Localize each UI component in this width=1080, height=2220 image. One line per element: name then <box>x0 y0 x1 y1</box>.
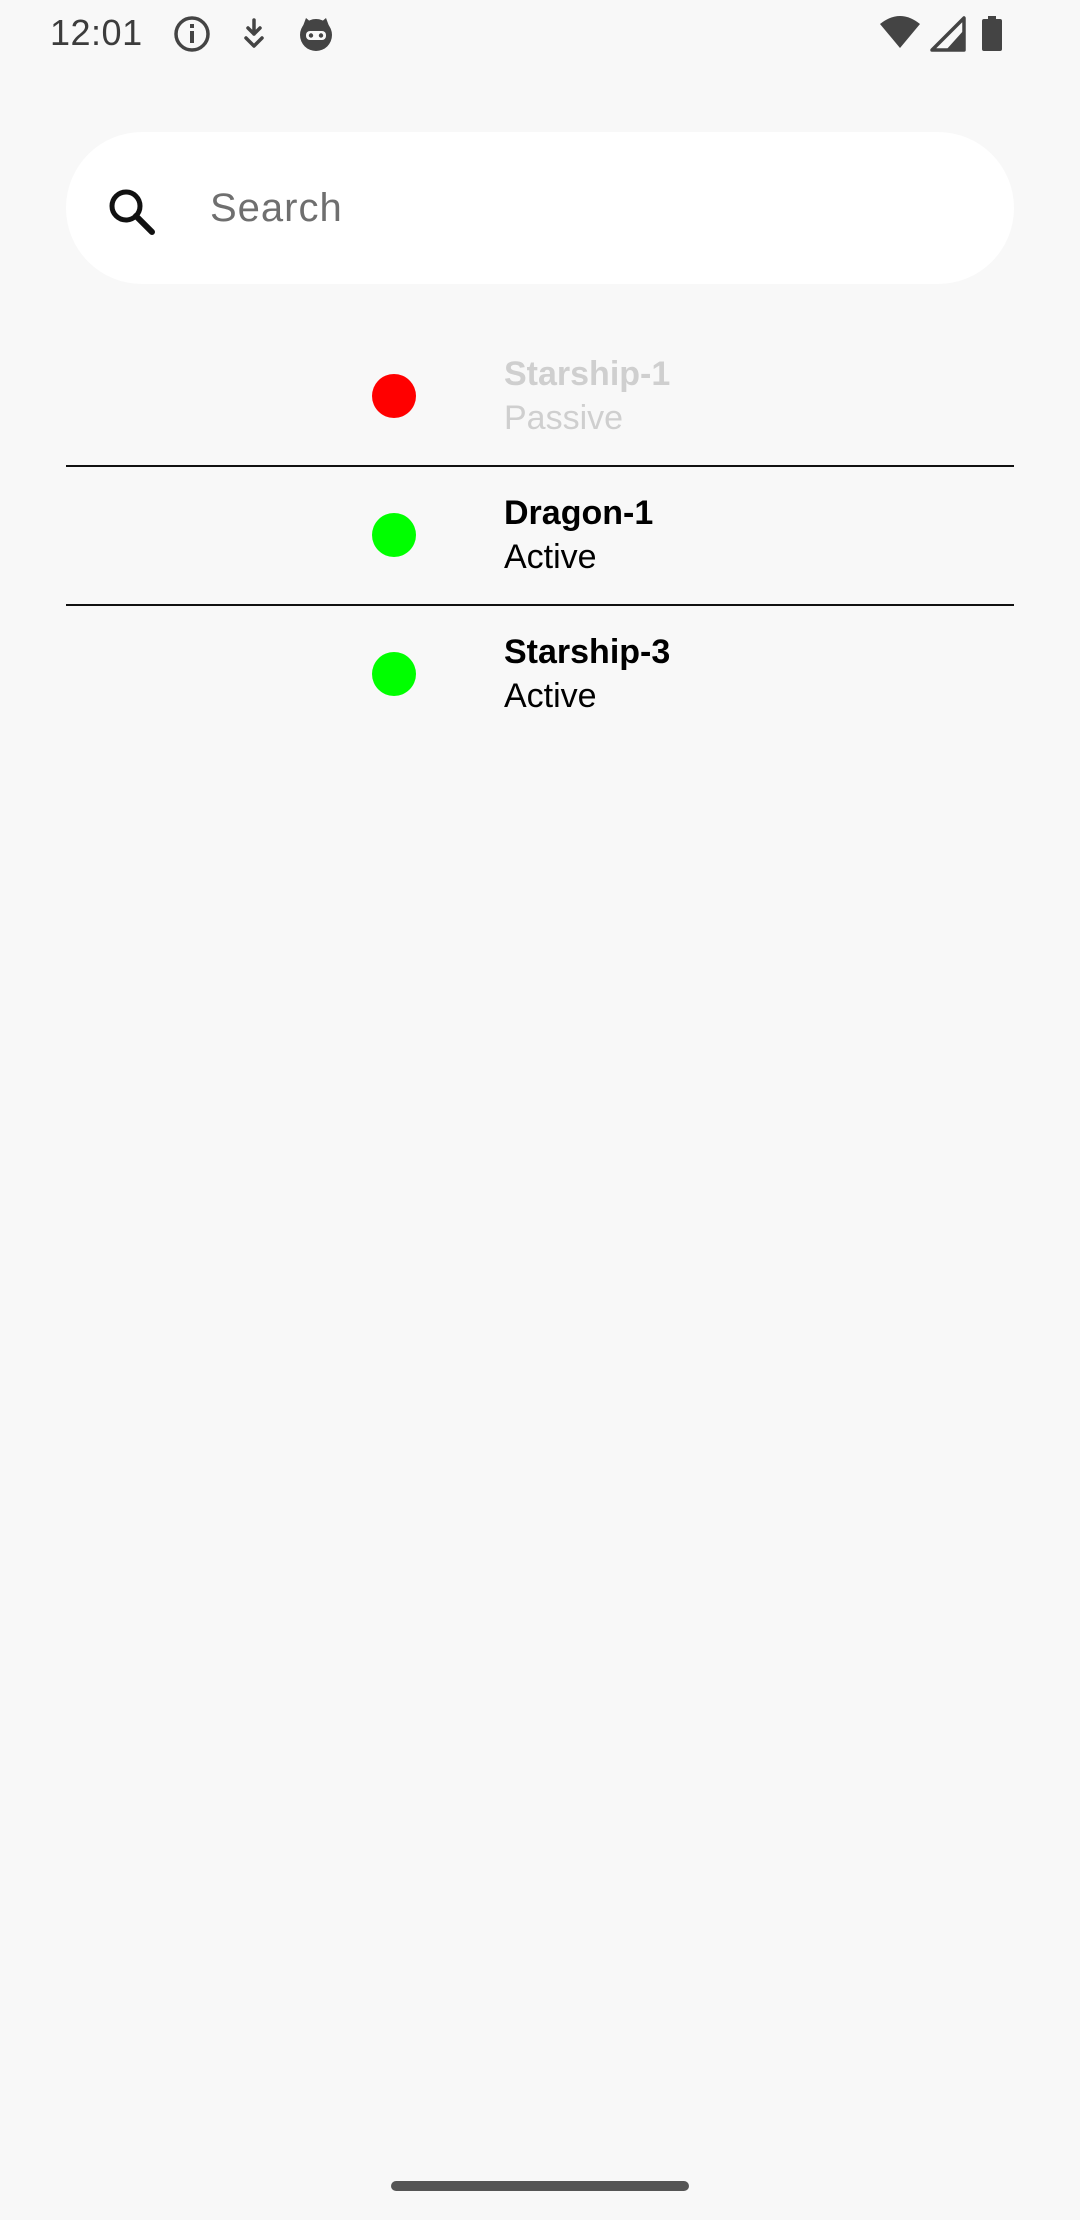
status-dot-active <box>372 652 416 696</box>
search-icon[interactable] <box>104 184 160 240</box>
wifi-icon <box>878 14 922 54</box>
item-text: Dragon-1 Active <box>504 491 653 579</box>
info-icon <box>172 14 212 54</box>
status-bar: 12:01 <box>0 0 1080 66</box>
item-name: Starship-3 <box>504 633 671 671</box>
list-item-starship-1[interactable]: Starship-1 Passive <box>66 328 1014 465</box>
item-status: Passive <box>504 399 624 437</box>
list-item-starship-3[interactable]: Starship-3 Active <box>66 606 1014 743</box>
status-dot-passive <box>372 374 416 418</box>
item-text: Starship-1 Passive <box>504 352 670 440</box>
cat-face-icon <box>296 14 336 54</box>
download-arrow-icon <box>234 14 274 54</box>
status-dot-active <box>372 513 416 557</box>
battery-icon <box>980 14 1004 54</box>
item-status: Active <box>504 538 597 576</box>
screen: 12:01 Search Starship-1 Passive Dragon-1… <box>0 0 1080 2220</box>
item-name: Starship-1 <box>504 355 671 393</box>
item-name: Dragon-1 <box>504 494 654 532</box>
search-bar[interactable] <box>66 132 1014 284</box>
status-time: 12:01 <box>50 12 143 53</box>
search-input[interactable] <box>210 168 970 248</box>
cell-signal-icon <box>928 14 968 54</box>
item-text: Starship-3 Active <box>504 630 670 718</box>
gesture-nav-handle[interactable] <box>391 2181 689 2191</box>
ship-list: Starship-1 Passive Dragon-1 Active Stars… <box>66 328 1014 743</box>
list-item-dragon-1[interactable]: Dragon-1 Active <box>66 467 1014 604</box>
item-status: Active <box>504 677 597 715</box>
